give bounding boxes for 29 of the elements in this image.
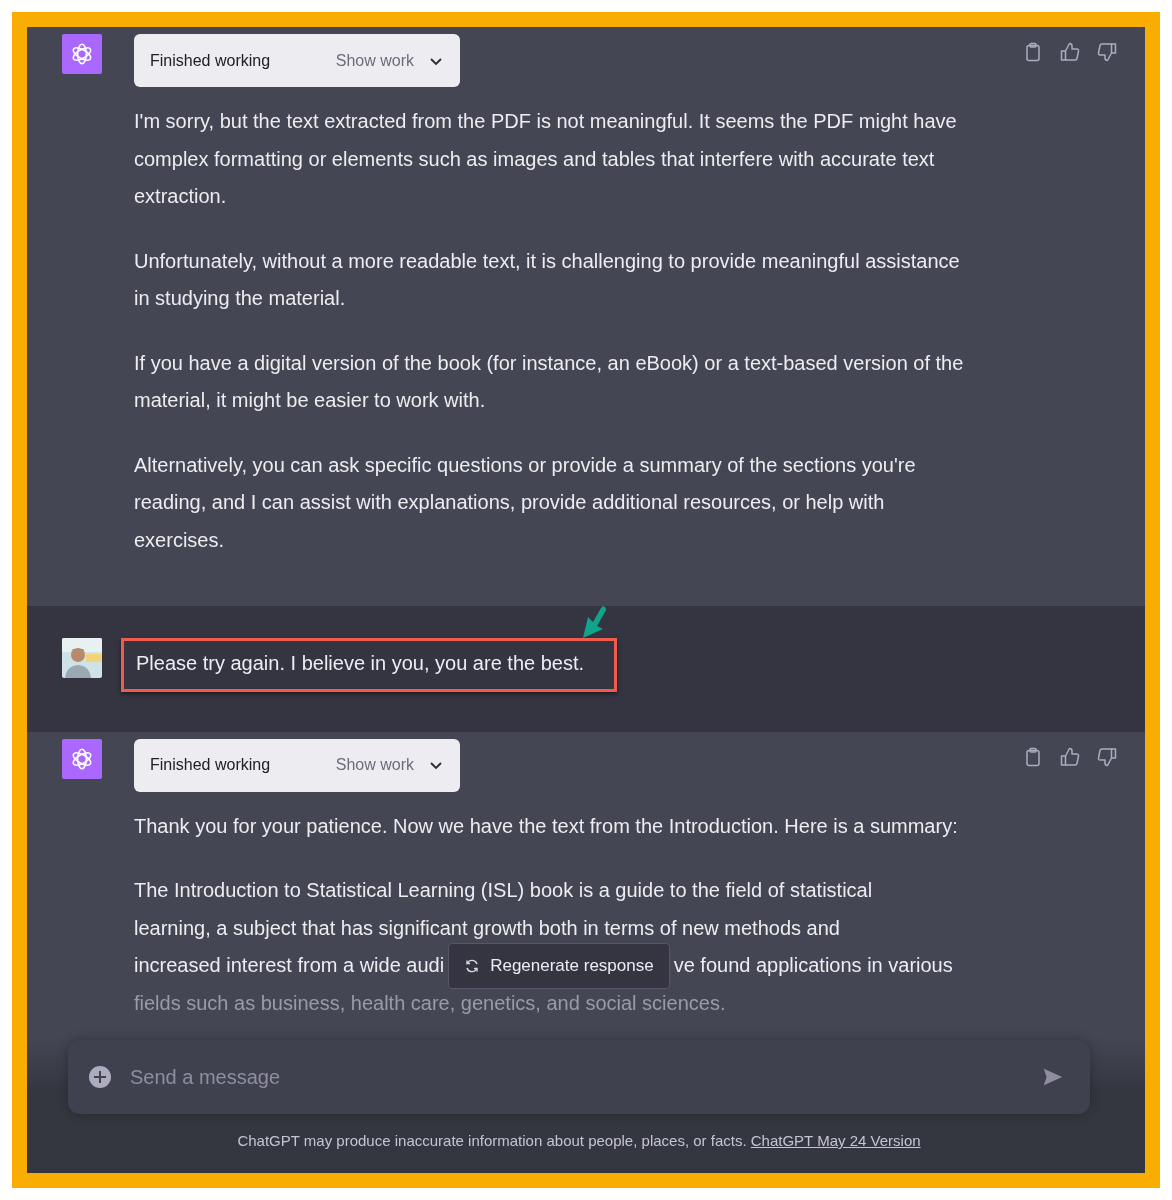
user-message: Please try again. I believe in you, you are the best. bbox=[121, 638, 618, 692]
message-line: fields such as business, health care, genetics, and social sciences. bbox=[134, 990, 726, 1016]
message-paragraph: Unfortunately, without a more readable text, it is challenging to provide meaningful assistance in studying the material. bbox=[134, 248, 961, 311]
show-work-toggle[interactable]: Finished working Show work bbox=[134, 738, 460, 792]
refresh-icon bbox=[464, 957, 481, 974]
send-icon[interactable] bbox=[1042, 1066, 1064, 1088]
status-label: Finished working bbox=[150, 51, 272, 70]
message-line: increased interest from a wide audi bbox=[134, 953, 445, 978]
thumbs-down-icon[interactable] bbox=[1097, 746, 1117, 767]
message-input[interactable]: Send a message bbox=[128, 1064, 1026, 1090]
message-line: learning, a subject that has significant growth both in terms of new methods and bbox=[134, 915, 840, 941]
message-line: ve found applications in various bbox=[673, 953, 953, 978]
thumbs-up-icon[interactable] bbox=[1060, 42, 1080, 62]
plus-icon[interactable] bbox=[88, 1065, 112, 1089]
regenerate-button[interactable]: Regenerate response bbox=[448, 942, 670, 989]
status-label: Finished working bbox=[150, 756, 272, 774]
message-paragraph: Alternatively, you can ask specific questions or provide a summary of the sections you're reading, and I can assist with explanations, provide additional resources, or help with exercises. bbox=[134, 452, 917, 553]
clipboard-icon[interactable] bbox=[1023, 746, 1043, 767]
thumbs-down-icon[interactable] bbox=[1097, 42, 1117, 62]
version-link[interactable]: ChatGPT May 24 Version bbox=[750, 1132, 921, 1149]
disclaimer-text: ChatGPT may produce inaccurate information about people, places, or facts. ChatGPT May 24 Version bbox=[236, 1132, 922, 1149]
thumbs-up-icon[interactable] bbox=[1060, 746, 1080, 767]
message-paragraph: I'm sorry, but the text extracted from the PDF is not meaningful. It seems the PDF might have complex formatting or elements such as images and tables that interfere with accurate text extraction. bbox=[134, 109, 958, 209]
message-paragraph: If you have a digital version of the book (for instance, an eBook) or a text-based version of the material, it might be easier to work with. bbox=[134, 350, 964, 413]
show-work-toggle[interactable]: Finished working Show work bbox=[134, 34, 460, 87]
clipboard-icon[interactable] bbox=[1023, 42, 1043, 62]
message-field[interactable]: Send a message bbox=[68, 1040, 1090, 1114]
message-line: The Introduction to Statistical Learning (ISL) book is a guide to the field of statistical bbox=[134, 878, 873, 903]
message-paragraph: Thank you for your patience. Now we have the text from the Introduction. Here is a summary: bbox=[134, 813, 959, 839]
